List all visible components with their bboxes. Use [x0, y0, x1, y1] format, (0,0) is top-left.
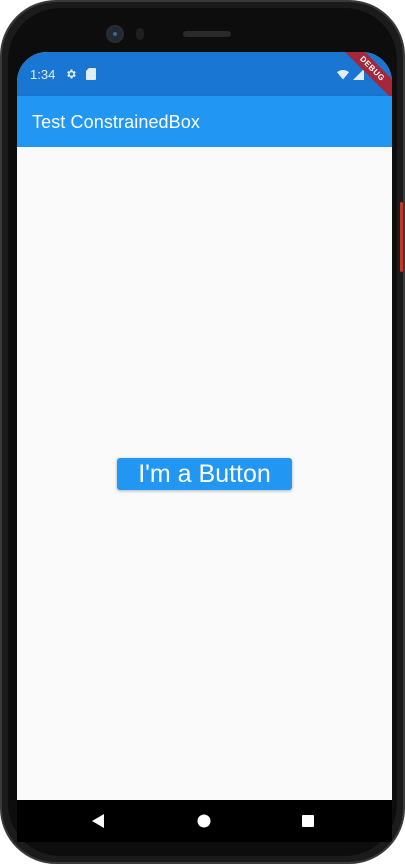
- status-bar: 1:34 DEBUG: [17, 52, 392, 108]
- phone-frame: 1:34 DEBUG Test ConstrainedBox I'm a But…: [0, 0, 405, 864]
- navigation-bar: [17, 800, 392, 842]
- earpiece-speaker: [183, 31, 231, 37]
- app-title: Test ConstrainedBox: [32, 112, 200, 132]
- sd-card-icon: [85, 68, 97, 80]
- proximity-sensor: [136, 28, 144, 40]
- side-power-button: [400, 202, 403, 272]
- wifi-icon: [337, 68, 349, 80]
- main-button[interactable]: I'm a Button: [117, 458, 292, 490]
- back-icon[interactable]: [88, 810, 110, 832]
- status-time: 1:34: [30, 67, 56, 82]
- device-screen: 1:34 DEBUG Test ConstrainedBox I'm a But…: [17, 52, 392, 800]
- settings-icon: [65, 68, 77, 80]
- recents-icon[interactable]: [297, 810, 319, 832]
- front-camera: [106, 25, 124, 43]
- app-bar: Test ConstrainedBox: [17, 96, 392, 147]
- home-icon[interactable]: [193, 810, 215, 832]
- content-area: I'm a Button: [17, 147, 392, 800]
